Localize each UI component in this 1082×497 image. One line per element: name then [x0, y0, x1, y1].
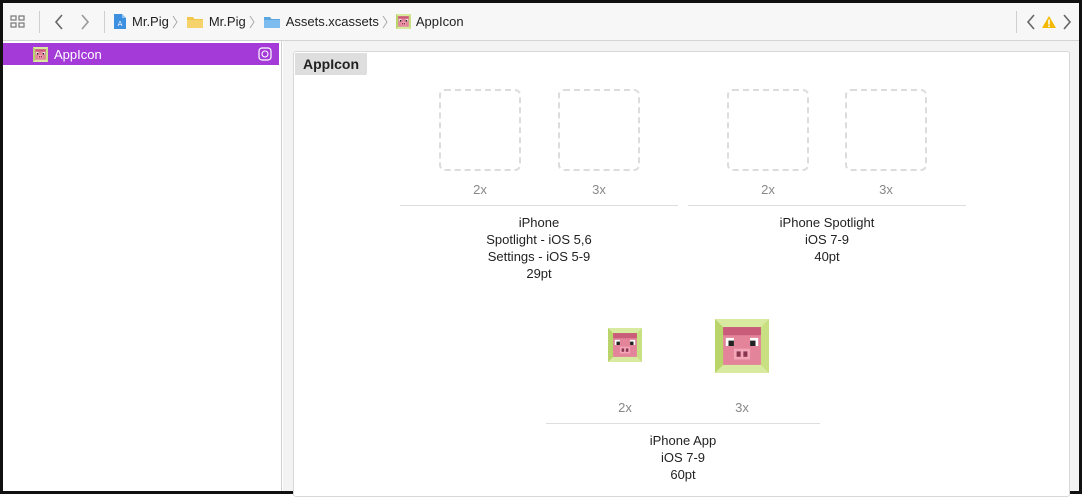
app-icon-set-icon [33, 47, 48, 62]
asset-catalog-folder-icon [263, 15, 281, 29]
caption-line: iOS 7-9 [660, 450, 706, 465]
breadcrumb-label: Assets.xcassets [285, 14, 379, 29]
caption-line: 60pt [670, 467, 696, 482]
warning-icon[interactable] [1039, 3, 1059, 41]
chevron-right-icon [249, 15, 255, 29]
asset-list-sidebar: AppIcon [3, 41, 282, 491]
icon-slot-empty[interactable] [845, 89, 927, 171]
app-icon-set-icon [396, 14, 411, 29]
breadcrumb-group[interactable]: Mr.Pig [184, 3, 261, 41]
group-divider [688, 205, 966, 206]
group-divider [546, 423, 820, 424]
sidebar-item-label: AppIcon [54, 46, 102, 62]
caption-line: Spotlight - iOS 5,6 [486, 232, 592, 247]
slot-scale-label: 3x [879, 182, 893, 197]
back-chevron-icon[interactable] [46, 3, 72, 41]
page-title: AppIcon [295, 53, 367, 75]
toolbar-divider [1016, 11, 1017, 33]
issue-navigation [1016, 3, 1075, 41]
svg-text:A: A [118, 20, 123, 28]
jump-bar: A Mr.Pig Mr.Pig Assets.xcassets AppIcon [3, 3, 1079, 41]
breadcrumb-label: Mr.Pig [208, 14, 246, 29]
slot-scale-label: 3x [592, 182, 606, 197]
folder-icon [186, 15, 204, 29]
icon-slot-empty[interactable] [439, 89, 521, 171]
app-icon-badge-icon [257, 46, 273, 62]
chevron-right-icon [172, 15, 178, 29]
forward-chevron-icon[interactable] [72, 3, 98, 41]
breadcrumb-label: AppIcon [415, 14, 464, 29]
asset-editor: AppIcon 2x 3x iPhone Spotlight - iOS 5,6… [283, 41, 1079, 497]
caption-line: Settings - iOS 5-9 [487, 249, 591, 264]
caption-line: iPhone [518, 215, 560, 230]
icon-slot-empty[interactable] [558, 89, 640, 171]
group-caption: iPhone App iOS 7-9 60pt [546, 432, 820, 483]
group-caption: iPhone Spotlight iOS 7-9 40pt [688, 214, 966, 265]
group-caption: iPhone Spotlight - iOS 5,6 Settings - iO… [400, 214, 678, 282]
caption-line: 40pt [814, 249, 840, 264]
next-issue-chevron-icon[interactable] [1059, 3, 1075, 41]
icon-slot-empty[interactable] [727, 89, 809, 171]
related-items-grid-icon[interactable] [3, 3, 33, 41]
caption-line: 29pt [526, 266, 552, 281]
xcode-project-icon: A [113, 13, 127, 30]
xcode-window: A Mr.Pig Mr.Pig Assets.xcassets AppIcon … [0, 0, 1082, 497]
slot-scale-label: 2x [761, 182, 775, 197]
group-divider [400, 205, 678, 206]
slot-scale-label: 3x [735, 400, 749, 415]
app-icon-image-3x[interactable] [715, 319, 769, 373]
sidebar-item-appicon[interactable]: AppIcon [3, 43, 279, 65]
appicon-set-panel: AppIcon 2x 3x iPhone Spotlight - iOS 5,6… [293, 51, 1070, 497]
breadcrumb-appicon[interactable]: AppIcon [394, 3, 466, 41]
caption-line: iPhone Spotlight [779, 215, 875, 230]
breadcrumb-project[interactable]: A Mr.Pig [111, 3, 184, 41]
breadcrumb-label: Mr.Pig [132, 14, 169, 29]
slot-scale-label: 2x [618, 400, 632, 415]
breadcrumb-asset-catalog[interactable]: Assets.xcassets [261, 3, 394, 41]
caption-line: iPhone App [649, 433, 717, 448]
previous-issue-chevron-icon[interactable] [1023, 3, 1039, 41]
chevron-right-icon [382, 15, 388, 29]
toolbar-divider [39, 10, 40, 33]
app-icon-image-2x[interactable] [608, 328, 642, 362]
caption-line: iOS 7-9 [804, 232, 850, 247]
toolbar-divider [104, 10, 105, 33]
slot-scale-label: 2x [473, 182, 487, 197]
